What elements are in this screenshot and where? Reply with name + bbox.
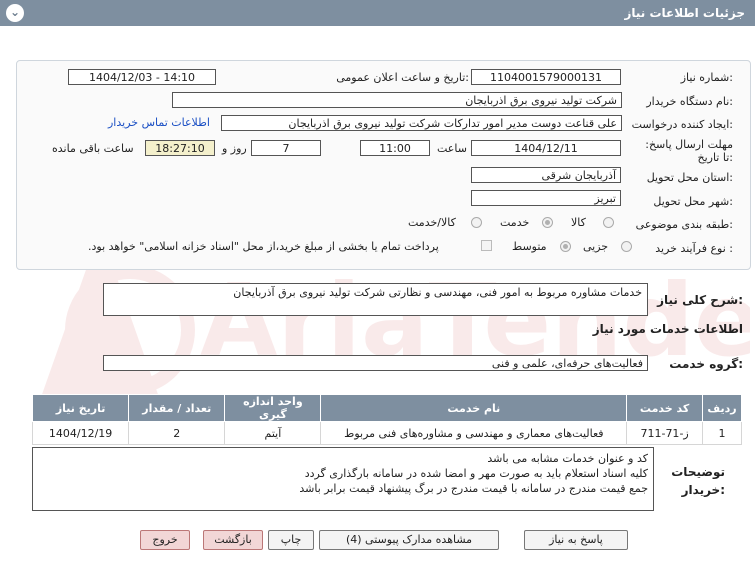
notes-line: کلیه اسناد استعلام باید به صورت مهر و ام…: [304, 467, 648, 480]
city-label: شهر محل تحویل:: [653, 195, 733, 208]
process-type-label: نوع فرآیند خرید :: [655, 242, 733, 255]
cell-need-date: 1404/12/19: [31, 421, 130, 445]
notes-line: جمع قیمت مندرج در سامانه با قیمت مندرج د…: [299, 482, 648, 495]
services-section-title: اطلاعات خدمات مورد نیاز: [592, 322, 743, 336]
buyer-notes-label: توضیحات خریدار:: [671, 465, 725, 497]
summary-text: خدمات مشاوره مربوط به امور فنی، مهندسی و…: [233, 286, 642, 299]
process-radio-medium[interactable]: [560, 241, 571, 252]
deadline-time-field: 11:00: [360, 140, 430, 156]
buyer-org-label: نام دستگاه خریدار:: [646, 95, 733, 108]
collapse-chevron-icon[interactable]: ⌄: [6, 4, 24, 22]
category-radio-goods[interactable]: [603, 217, 614, 228]
province-label: استان محل تحویل:: [646, 171, 733, 184]
remaining-time-label: ساعت باقی مانده: [52, 142, 134, 155]
buyer-org-field: شرکت تولید نیروی برق اذربایجان: [172, 92, 622, 108]
cell-service-name: فعالیت‌های معماری و مهندسی و مشاوره‌های …: [320, 421, 628, 445]
col-row-number: ردیف: [701, 394, 743, 422]
service-group-field: فعالیت‌های حرفه‌ای، علمی و فنی: [103, 355, 648, 371]
announce-label: تاریخ و ساعت اعلان عمومی:: [336, 71, 469, 84]
exit-button[interactable]: خروج: [140, 530, 190, 550]
deadline-label: مهلت ارسال پاسخ: تا تاریخ:: [645, 138, 733, 164]
creator-label: ایجاد کننده درخواست:: [631, 118, 733, 131]
service-group-label: گروه خدمت:: [669, 357, 743, 371]
deadline-date-field: 1404/12/11: [471, 140, 621, 156]
city-field: تبریز: [471, 190, 621, 206]
announce-datetime-field: 1404/12/03 - 14:10: [68, 69, 216, 85]
creator-field: علی قناعت دوست مدیر امور تدارکات شرکت تو…: [221, 115, 622, 131]
process-option-medium: متوسط: [512, 240, 547, 253]
category-option-service: خدمت: [500, 216, 530, 229]
services-table: ردیف کد خدمت نام خدمت واحد اندازه گیری ت…: [31, 394, 743, 445]
cell-unit: آیتم: [224, 421, 322, 445]
category-radio-goods-service[interactable]: [471, 217, 482, 228]
remaining-time-field: 18:27:10: [145, 140, 215, 156]
cell-service-code: ز-71-711: [626, 421, 703, 445]
col-unit: واحد اندازه گیری: [224, 394, 322, 422]
col-service-name: نام خدمت: [320, 394, 628, 422]
days-label: روز و: [222, 142, 247, 155]
days-remaining-field: 7: [251, 140, 321, 156]
deadline-time-label: ساعت: [437, 142, 467, 155]
buyer-notes-textarea: کد و عنوان خدمات مشابه می باشد کلیه اسنا…: [32, 447, 654, 511]
col-quantity: تعداد / مقدار: [128, 394, 226, 422]
table-row: 1 ز-71-711 فعالیت‌های معماری و مهندسی و …: [31, 421, 743, 445]
summary-textarea: خدمات مشاوره مربوط به امور فنی، مهندسی و…: [103, 283, 648, 316]
category-label: طبقه بندی موضوعی:: [635, 218, 733, 231]
province-field: آذربایجان شرقی: [471, 167, 621, 183]
treasury-payment-note: پرداخت تمام یا بخشی از مبلغ خرید،از محل …: [88, 240, 439, 253]
cell-quantity: 2: [128, 421, 226, 445]
print-button[interactable]: چاپ: [268, 530, 314, 550]
category-radio-service[interactable]: [542, 217, 553, 228]
process-option-minor: جزیی: [583, 240, 609, 253]
notes-line: کد و عنوان خدمات مشابه می باشد: [487, 452, 648, 465]
need-number-field: 1104001579000131: [471, 69, 621, 85]
view-attachments-button[interactable]: مشاهده مدارک پیوستی (4): [319, 530, 499, 550]
reply-button[interactable]: پاسخ به نیاز: [524, 530, 628, 550]
cell-row-number: 1: [701, 421, 743, 445]
table-header-row: ردیف کد خدمت نام خدمت واحد اندازه گیری ت…: [31, 394, 743, 422]
category-option-goods: کالا: [571, 216, 586, 229]
back-button[interactable]: بازگشت: [203, 530, 263, 550]
treasury-payment-checkbox[interactable]: [481, 240, 492, 251]
process-radio-minor[interactable]: [621, 241, 632, 252]
summary-label: شرح کلی نیاز:: [657, 293, 743, 307]
category-option-goods-service: کالا/خدمت: [408, 216, 456, 229]
title-bar: ⌄ جزئیات اطلاعات نیاز: [0, 0, 755, 26]
need-number-label: شماره نیاز:: [680, 71, 733, 84]
col-service-code: کد خدمت: [626, 394, 703, 422]
buyer-contact-link[interactable]: اطلاعات تماس خریدار: [108, 116, 210, 129]
col-need-date: تاریخ نیاز: [31, 394, 130, 422]
page-title: جزئیات اطلاعات نیاز: [624, 6, 745, 20]
